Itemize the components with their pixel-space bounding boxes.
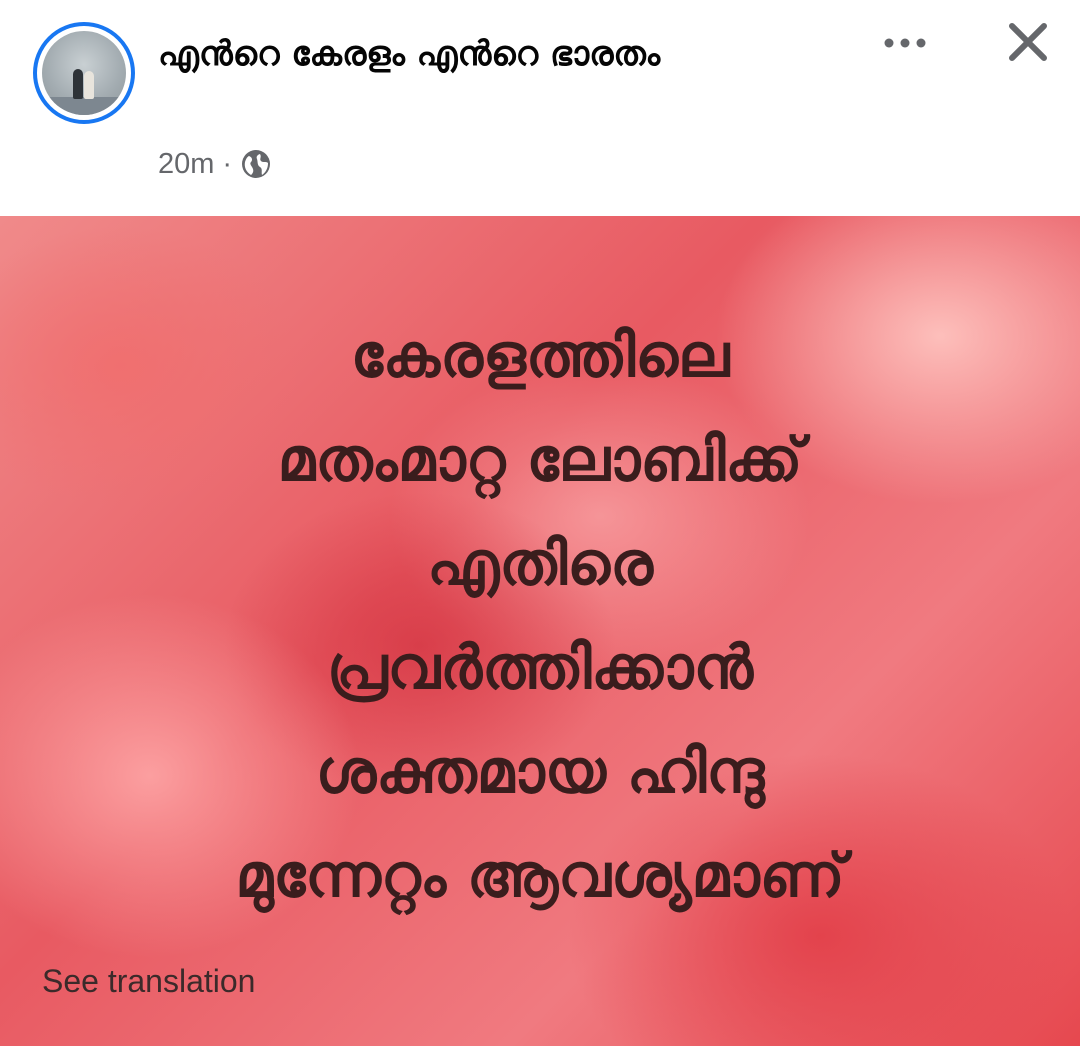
avatar-image [42,31,126,115]
more-options-icon [881,34,929,53]
post-meta: 20m · [158,144,272,184]
close-button[interactable] [1000,16,1056,72]
close-icon [1007,21,1049,67]
post-timestamp[interactable]: 20m [158,148,214,181]
post-text: കേരളത്തിലെ മതംമാറ്റ ലോബിക്ക് എതിരെ പ്രവർ… [235,321,845,911]
see-translation-link[interactable]: See translation [42,963,255,1000]
avatar-figure-right [84,71,94,99]
post-header: എൻറെ കേരളം എൻറെ ഭാരതം 20m · [0,0,1080,216]
page-name[interactable]: എൻറെ കേരളം എൻറെ ഭാരതം [158,28,778,80]
more-options-button[interactable] [878,26,932,60]
post-background-card: കേരളത്തിലെ മതംമാറ്റ ലോബിക്ക് എതിരെ പ്രവർ… [0,216,1080,1046]
meta-separator: · [222,147,233,180]
avatar-ground [42,97,126,115]
globe-icon[interactable] [240,148,272,180]
bottom-divider [0,1046,1080,1059]
page-avatar[interactable] [33,22,135,124]
avatar-figure-left [73,69,83,99]
